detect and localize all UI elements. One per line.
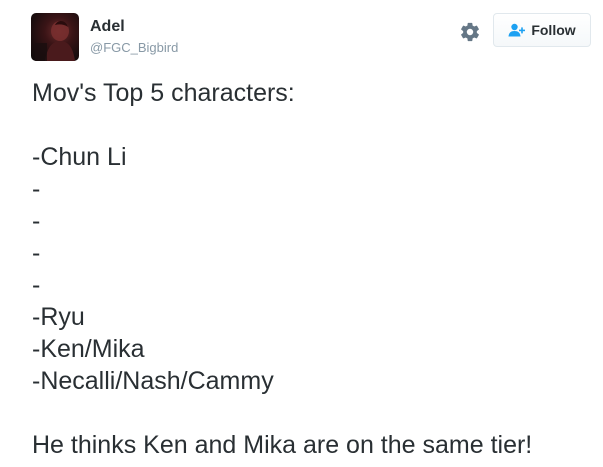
user-display-name[interactable]: Adel bbox=[90, 18, 125, 36]
tweet-text-line: -Ken/Mika bbox=[32, 335, 145, 363]
avatar[interactable] bbox=[31, 13, 79, 61]
tweet-text-line: -Chun Li bbox=[32, 143, 127, 171]
follow-button-label: Follow bbox=[531, 22, 576, 38]
gear-icon[interactable] bbox=[459, 21, 481, 43]
tweet-text-line: He thinks Ken and Mika are on the same t… bbox=[32, 431, 533, 459]
tweet-text-line bbox=[32, 397, 592, 429]
tweet-text-line: - bbox=[32, 207, 41, 235]
tweet-text-line: -Necalli/Nash/Cammy bbox=[32, 367, 274, 395]
tweet-text: Mov's Top 5 characters: -Chun Li - - - -… bbox=[32, 77, 592, 461]
user-handle[interactable]: @FGC_Bigbird bbox=[90, 40, 178, 56]
add-user-icon bbox=[508, 23, 526, 37]
avatar-image bbox=[35, 21, 75, 61]
follow-button[interactable]: Follow bbox=[493, 13, 591, 47]
tweet-text-line: - bbox=[32, 239, 41, 267]
tweet-text-line: -Ryu bbox=[32, 303, 85, 331]
tweet-text-line: Mov's Top 5 characters: bbox=[32, 79, 295, 107]
tweet-text-line: - bbox=[32, 271, 41, 299]
tweet-text-line bbox=[32, 109, 592, 141]
tweet: Adel @FGC_Bigbird Follow Mov's Top 5 cha… bbox=[0, 0, 603, 467]
tweet-text-line: - bbox=[32, 175, 41, 203]
